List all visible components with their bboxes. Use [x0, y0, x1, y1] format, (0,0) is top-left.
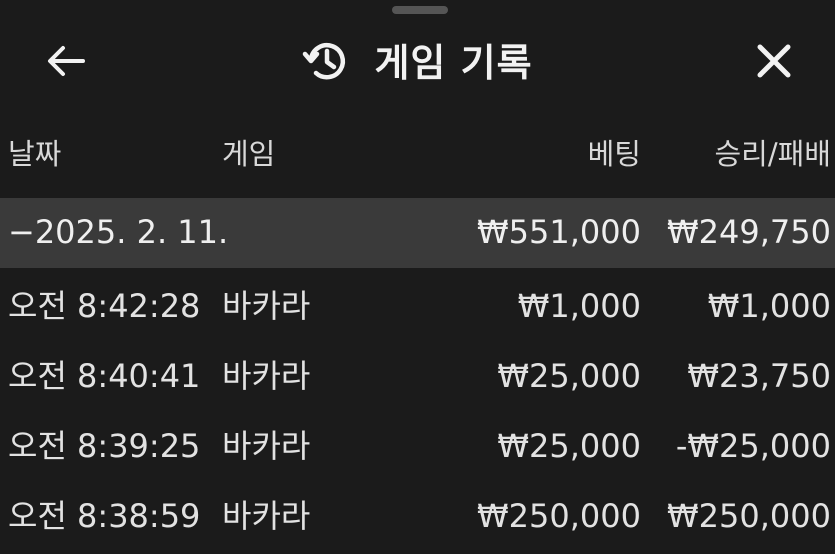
column-header-bet: 베팅 [587, 137, 641, 171]
row-time: 오전 8:39:25 [8, 427, 201, 465]
drag-handle[interactable] [392, 6, 448, 14]
close-icon [756, 43, 792, 83]
table-row[interactable]: 오전 8:39:25 바카라 ₩25,000 -₩25,000 [0, 412, 835, 482]
table-row[interactable]: 오전 8:38:59 바카라 ₩250,000 ₩250,000 [0, 482, 835, 552]
column-header-result: 승리/패배 [714, 137, 832, 171]
title-group: 게임 기록 [0, 36, 835, 90]
history-icon [302, 37, 350, 89]
date-group-row[interactable]: −2025. 2. 11. ₩551,000 ₩249,750 [0, 198, 835, 268]
group-date: 2025. 2. 11. [34, 213, 229, 251]
collapse-toggle[interactable]: − [8, 213, 35, 251]
group-result-total: ₩249,750 [667, 213, 831, 251]
table-row[interactable]: 오전 8:42:28 바카라 ₩1,000 ₩1,000 [0, 272, 835, 342]
row-game: 바카라 [222, 357, 311, 395]
row-bet: ₩250,000 [477, 497, 641, 535]
row-time: 오전 8:42:28 [8, 287, 201, 325]
row-bet: ₩25,000 [497, 357, 641, 395]
page-title: 게임 기록 [374, 41, 533, 85]
group-bet-total: ₩551,000 [477, 213, 641, 251]
close-button[interactable] [744, 38, 804, 88]
row-result: -₩25,000 [675, 427, 831, 465]
row-bet: ₩25,000 [497, 427, 641, 465]
row-game: 바카라 [222, 287, 311, 325]
column-header: 날짜 게임 베팅 승리/패배 [0, 140, 835, 186]
column-header-game: 게임 [222, 137, 276, 171]
row-result: ₩250,000 [667, 497, 831, 535]
header: 게임 기록 [0, 20, 835, 104]
row-bet: ₩1,000 [517, 287, 641, 325]
row-game: 바카라 [222, 427, 311, 465]
column-header-date: 날짜 [8, 137, 62, 171]
row-time: 오전 8:40:41 [8, 357, 201, 395]
table-row[interactable]: 오전 8:40:41 바카라 ₩25,000 ₩23,750 [0, 342, 835, 412]
row-result: ₩23,750 [687, 357, 831, 395]
date-group-label: −2025. 2. 11. [8, 216, 228, 248]
row-game: 바카라 [222, 497, 311, 535]
row-result: ₩1,000 [707, 287, 831, 325]
row-time: 오전 8:38:59 [8, 497, 201, 535]
